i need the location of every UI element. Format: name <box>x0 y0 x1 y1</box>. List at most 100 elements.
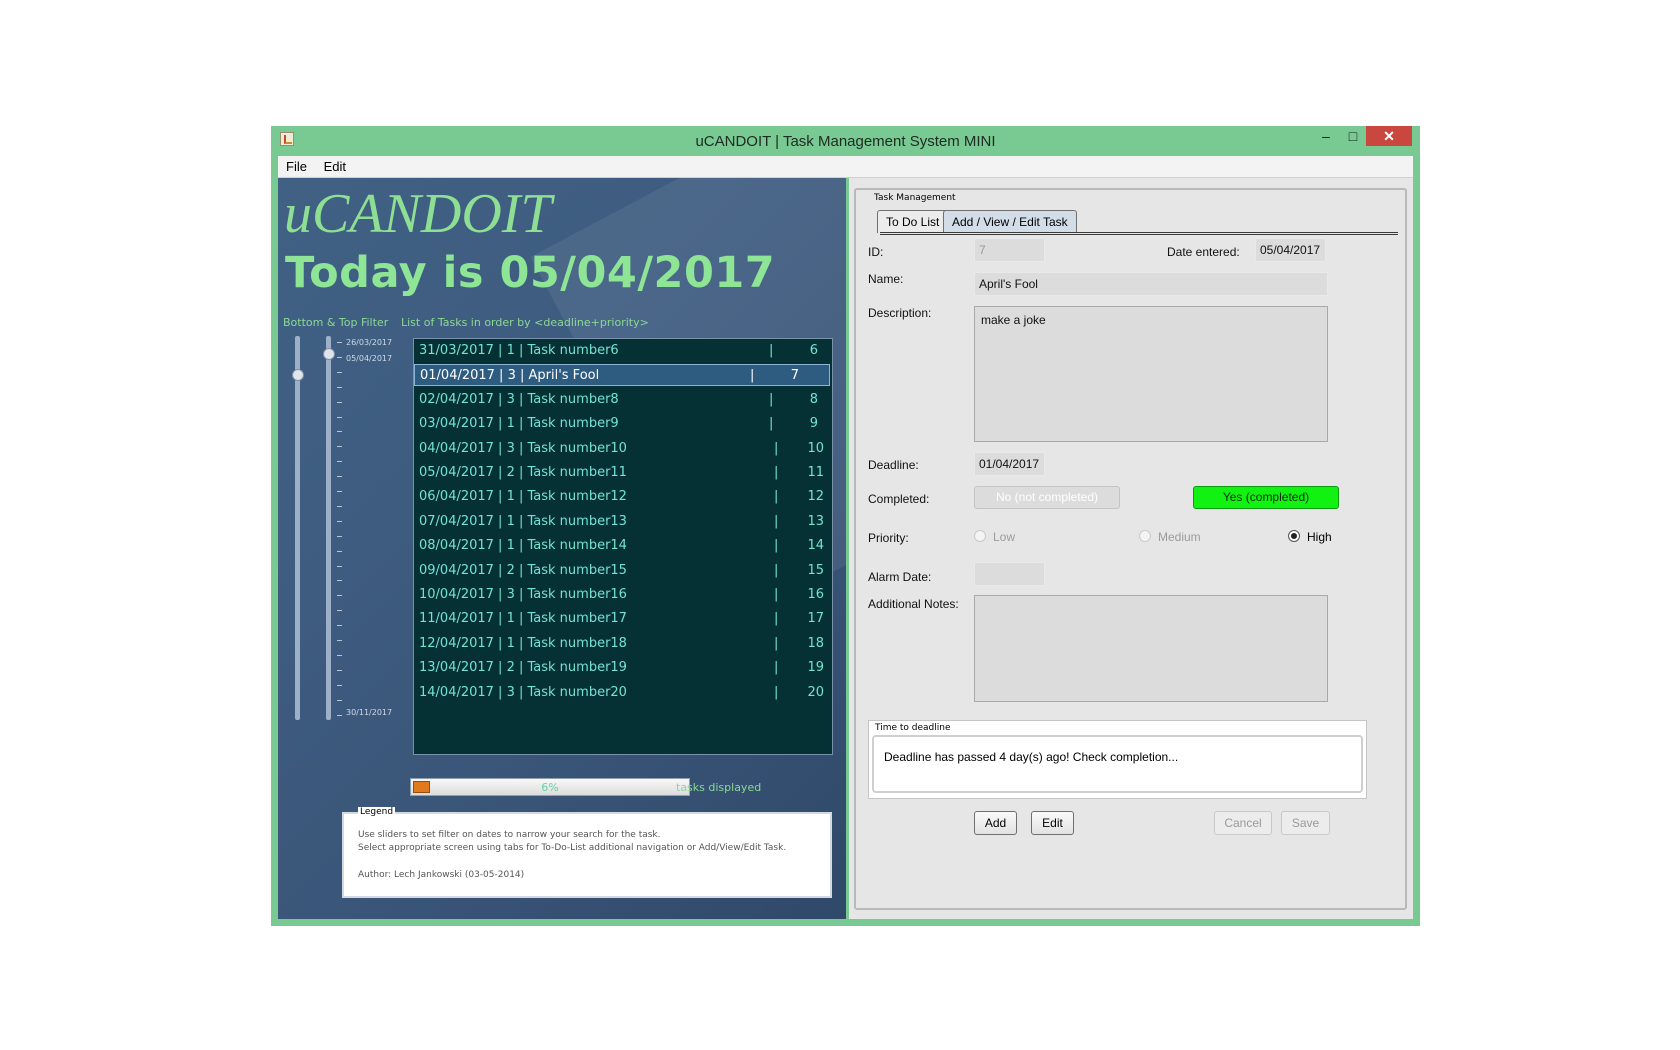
tab-underline <box>880 232 1398 235</box>
top-filter-slider-thumb[interactable] <box>323 348 335 360</box>
menu-file[interactable]: File <box>281 156 312 177</box>
slider-tick <box>337 461 342 463</box>
slider-tick <box>337 714 342 716</box>
task-row-id: 9 <box>809 416 818 432</box>
edit-button[interactable]: Edit <box>1031 811 1074 835</box>
slider-tick <box>337 416 342 418</box>
title-bar[interactable]: uCANDOIT | Task Management System MINI –… <box>271 126 1420 156</box>
task-row-text: 07/04/2017 | 1 | Task number13 <box>419 513 627 529</box>
tab-add-view-edit-task[interactable]: Add / View / Edit Task <box>943 210 1077 233</box>
slider-tick <box>337 505 342 507</box>
task-list[interactable]: 31/03/2017 | 1 | Task number6 | 6 01/04/201… <box>413 338 833 755</box>
task-row[interactable]: 04/04/2017 | 3 | Task number10 | 10 <box>414 438 830 460</box>
slider-tick <box>337 550 342 552</box>
task-row-separator: | <box>774 562 779 578</box>
overview-panel: uCANDOIT Today is 05/04/2017 Bottom & To… <box>278 178 846 919</box>
task-management-group: Task Management To Do List Add / View / … <box>854 188 1407 910</box>
task-row-text: 09/04/2017 | 2 | Task number15 <box>419 562 627 578</box>
task-row[interactable]: 08/04/2017 | 1 | Task number14 | 14 <box>414 535 830 557</box>
task-list-label: List of Tasks in order by <deadline+prio… <box>401 316 649 329</box>
name-field[interactable]: April's Fool <box>974 272 1328 296</box>
slider-date-end: 30/11/2017 <box>346 708 393 717</box>
tab-to-do-list[interactable]: To Do List <box>877 210 949 233</box>
tasks-displayed-label: tasks displayed <box>676 781 762 794</box>
task-row[interactable]: 09/04/2017 | 2 | Task number15 | 15 <box>414 560 830 582</box>
task-row-text: 06/04/2017 | 1 | Task number12 <box>419 489 627 505</box>
menu-edit[interactable]: Edit <box>319 156 351 177</box>
completed-button[interactable]: Yes (completed) <box>1193 486 1339 509</box>
legend-line-2: Select appropriate screen using tabs for… <box>358 843 787 853</box>
slider-tick <box>337 625 342 627</box>
not-completed-button[interactable]: No (not completed) <box>974 486 1120 509</box>
task-row[interactable]: 14/04/2017 | 3 | Task number20 | 20 <box>414 682 830 704</box>
task-row-text: 31/03/2017 | 1 | Task number6 <box>419 343 619 358</box>
date-entered-field[interactable]: 05/04/2017 <box>1255 238 1326 262</box>
task-row[interactable]: 06/04/2017 | 1 | Task number12 | 12 <box>414 486 830 508</box>
window-title: uCANDOIT | Task Management System MINI <box>695 133 996 150</box>
task-row-separator: | <box>774 440 779 456</box>
slider-tick <box>337 640 342 641</box>
cancel-button[interactable]: Cancel <box>1214 811 1272 835</box>
description-field[interactable]: make a joke <box>974 306 1328 442</box>
task-row-id: 19 <box>807 660 824 676</box>
task-row[interactable]: 12/04/2017 | 1 | Task number18 | 18 <box>414 633 830 655</box>
slider-tick <box>337 595 342 597</box>
task-row-id: 10 <box>807 440 824 456</box>
deadline-field[interactable]: 01/04/2017 <box>974 452 1045 476</box>
add-button[interactable]: Add <box>974 811 1017 835</box>
slider-tick <box>337 342 342 343</box>
task-row-text: 03/04/2017 | 1 | Task number9 <box>419 416 619 432</box>
task-row[interactable]: 31/03/2017 | 1 | Task number6 | 6 <box>414 340 830 362</box>
task-management-title: Task Management <box>872 193 958 203</box>
task-row-separator: | <box>750 368 755 384</box>
save-button[interactable]: Save <box>1281 811 1330 835</box>
task-row-separator: | <box>774 513 779 529</box>
app-window: uCANDOIT | Task Management System MINI –… <box>271 126 1420 926</box>
task-row-id: 13 <box>807 513 824 529</box>
slider-tick <box>337 491 342 492</box>
task-row-text: 08/04/2017 | 1 | Task number14 <box>419 538 627 554</box>
task-row-separator: | <box>774 587 779 602</box>
task-row-text: 10/04/2017 | 3 | Task number16 <box>419 587 627 602</box>
time-to-deadline-message: Deadline has passed 4 day(s) ago! Check … <box>872 735 1363 793</box>
legend-title: Legend <box>358 807 396 817</box>
task-row[interactable]: 13/04/2017 | 2 | Task number19 | 19 <box>414 657 830 679</box>
task-row-separator: | <box>774 611 779 627</box>
task-row[interactable]: 03/04/2017 | 1 | Task number9 | 9 <box>414 413 830 435</box>
today-heading: Today is 05/04/2017 <box>285 248 776 298</box>
minimize-button[interactable]: – <box>1311 126 1341 146</box>
task-row-text: 13/04/2017 | 2 | Task number19 <box>419 660 627 676</box>
deadline-label: Deadline: <box>868 458 919 472</box>
task-row-id: 7 <box>790 368 799 384</box>
additional-notes-field[interactable] <box>974 595 1328 702</box>
task-row-separator: | <box>774 465 779 480</box>
task-row-id: 8 <box>809 391 818 407</box>
task-row-id: 11 <box>807 465 824 480</box>
progress-percent: 6% <box>541 781 559 794</box>
slider-tick <box>337 565 342 567</box>
close-button[interactable]: ✕ <box>1366 126 1412 146</box>
task-row[interactable]: 10/04/2017 | 3 | Task number16 | 16 <box>414 584 830 606</box>
slider-tick <box>337 371 342 373</box>
bottom-filter-slider-thumb[interactable] <box>292 369 304 381</box>
priority-low-label: Low <box>993 530 1016 544</box>
slider-tick <box>337 654 342 656</box>
task-row-separator: | <box>774 660 779 676</box>
task-row[interactable]: 07/04/2017 | 1 | Task number13 | 13 <box>414 511 830 533</box>
task-row[interactable]: 02/04/2017 | 3 | Task number8 | 8 <box>414 389 830 411</box>
alarm-date-field[interactable] <box>974 562 1045 586</box>
task-row[interactable]: 05/04/2017 | 2 | Task number11 | 11 <box>414 462 830 484</box>
task-row-separator: | <box>774 538 779 554</box>
additional-notes-label: Additional Notes: <box>868 597 959 611</box>
priority-high-radio[interactable] <box>1288 530 1300 542</box>
task-row[interactable]: 11/04/2017 | 1 | Task number17 | 17 <box>414 608 830 630</box>
bottom-filter-slider[interactable] <box>295 336 300 720</box>
slider-tick <box>337 476 342 478</box>
task-row-text: 04/04/2017 | 3 | Task number10 <box>419 440 627 456</box>
task-row-id: 14 <box>807 538 824 554</box>
task-row[interactable]: 01/04/2017 | 3 | April's Fool | 7 <box>414 364 830 387</box>
priority-medium-radio[interactable] <box>1139 530 1151 542</box>
priority-low-radio[interactable] <box>974 530 986 542</box>
top-filter-slider[interactable] <box>326 336 331 720</box>
maximize-button[interactable]: □ <box>1338 126 1368 146</box>
